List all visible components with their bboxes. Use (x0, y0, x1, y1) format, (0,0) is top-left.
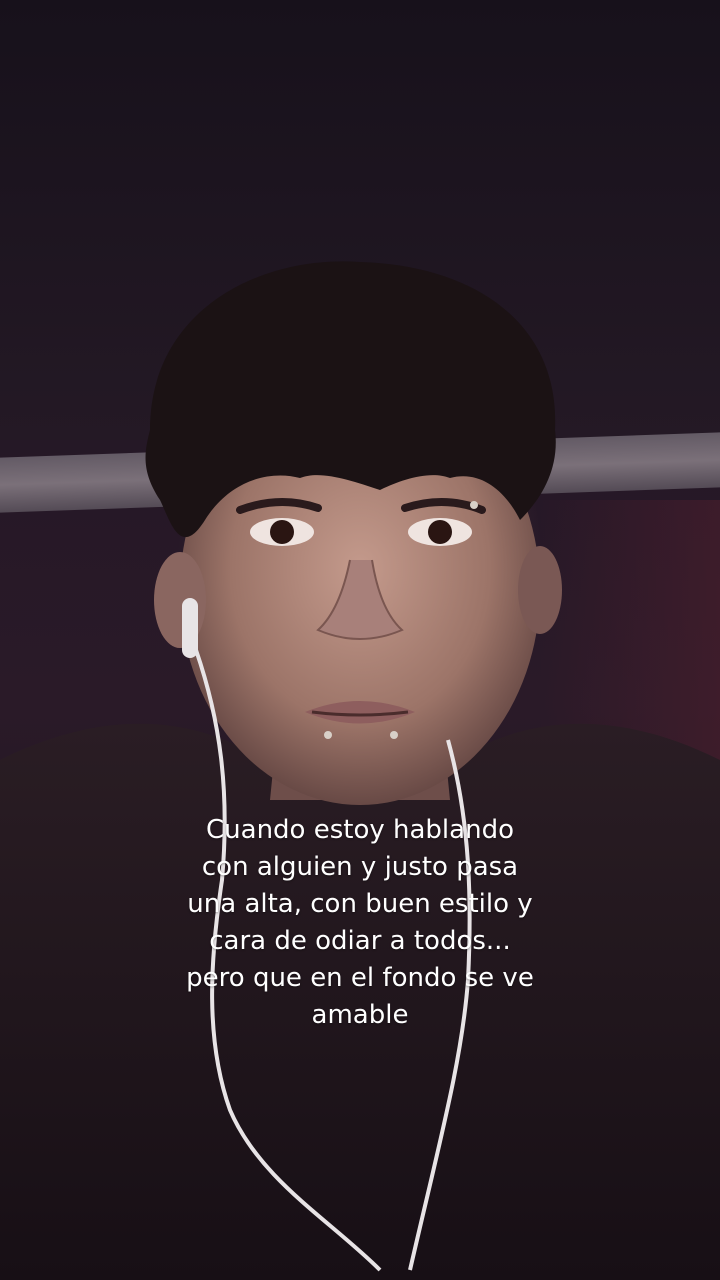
left-lip-piercing (324, 731, 332, 739)
right-iris (428, 520, 452, 544)
caption-text: Cuando estoy hablando con alguien y just… (186, 815, 534, 1030)
left-iris (270, 520, 294, 544)
left-ear (154, 552, 206, 648)
eyebrow-piercing (470, 501, 478, 509)
left-earbud (182, 598, 198, 658)
right-ear (518, 546, 562, 634)
right-lip-piercing (390, 731, 398, 739)
selfie-illustration (0, 261, 720, 1280)
photo-frame: Cuando estoy hablando con alguien y just… (0, 0, 720, 1280)
